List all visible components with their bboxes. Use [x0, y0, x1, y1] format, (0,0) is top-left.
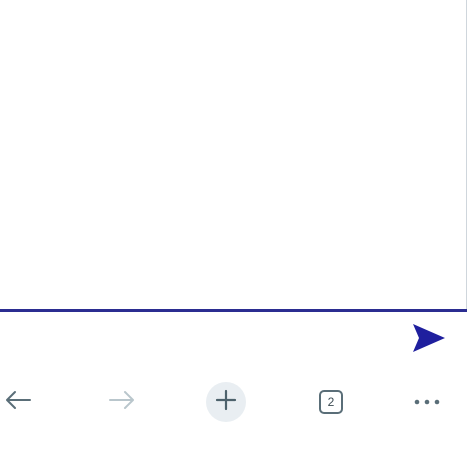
forward-button[interactable]: [102, 382, 142, 422]
arrow-left-icon: [4, 390, 32, 415]
back-button[interactable]: [0, 382, 38, 422]
send-button[interactable]: [409, 322, 449, 358]
send-icon: [411, 322, 447, 359]
web-content-area[interactable]: [0, 0, 466, 310]
browser-window: 2: [0, 0, 467, 449]
bottom-safe-area: [0, 434, 467, 449]
tabs-counter-icon: 2: [319, 390, 343, 414]
bottom-toolbar: 2: [0, 374, 467, 434]
plus-icon: [215, 389, 237, 416]
more-menu-button[interactable]: [407, 382, 447, 422]
tabs-button[interactable]: 2: [311, 382, 351, 422]
arrow-right-icon: [108, 390, 136, 415]
more-horizontal-icon: [413, 393, 441, 411]
new-tab-button[interactable]: [206, 382, 246, 422]
tab-count: 2: [327, 395, 335, 409]
message-composer: [0, 312, 467, 374]
